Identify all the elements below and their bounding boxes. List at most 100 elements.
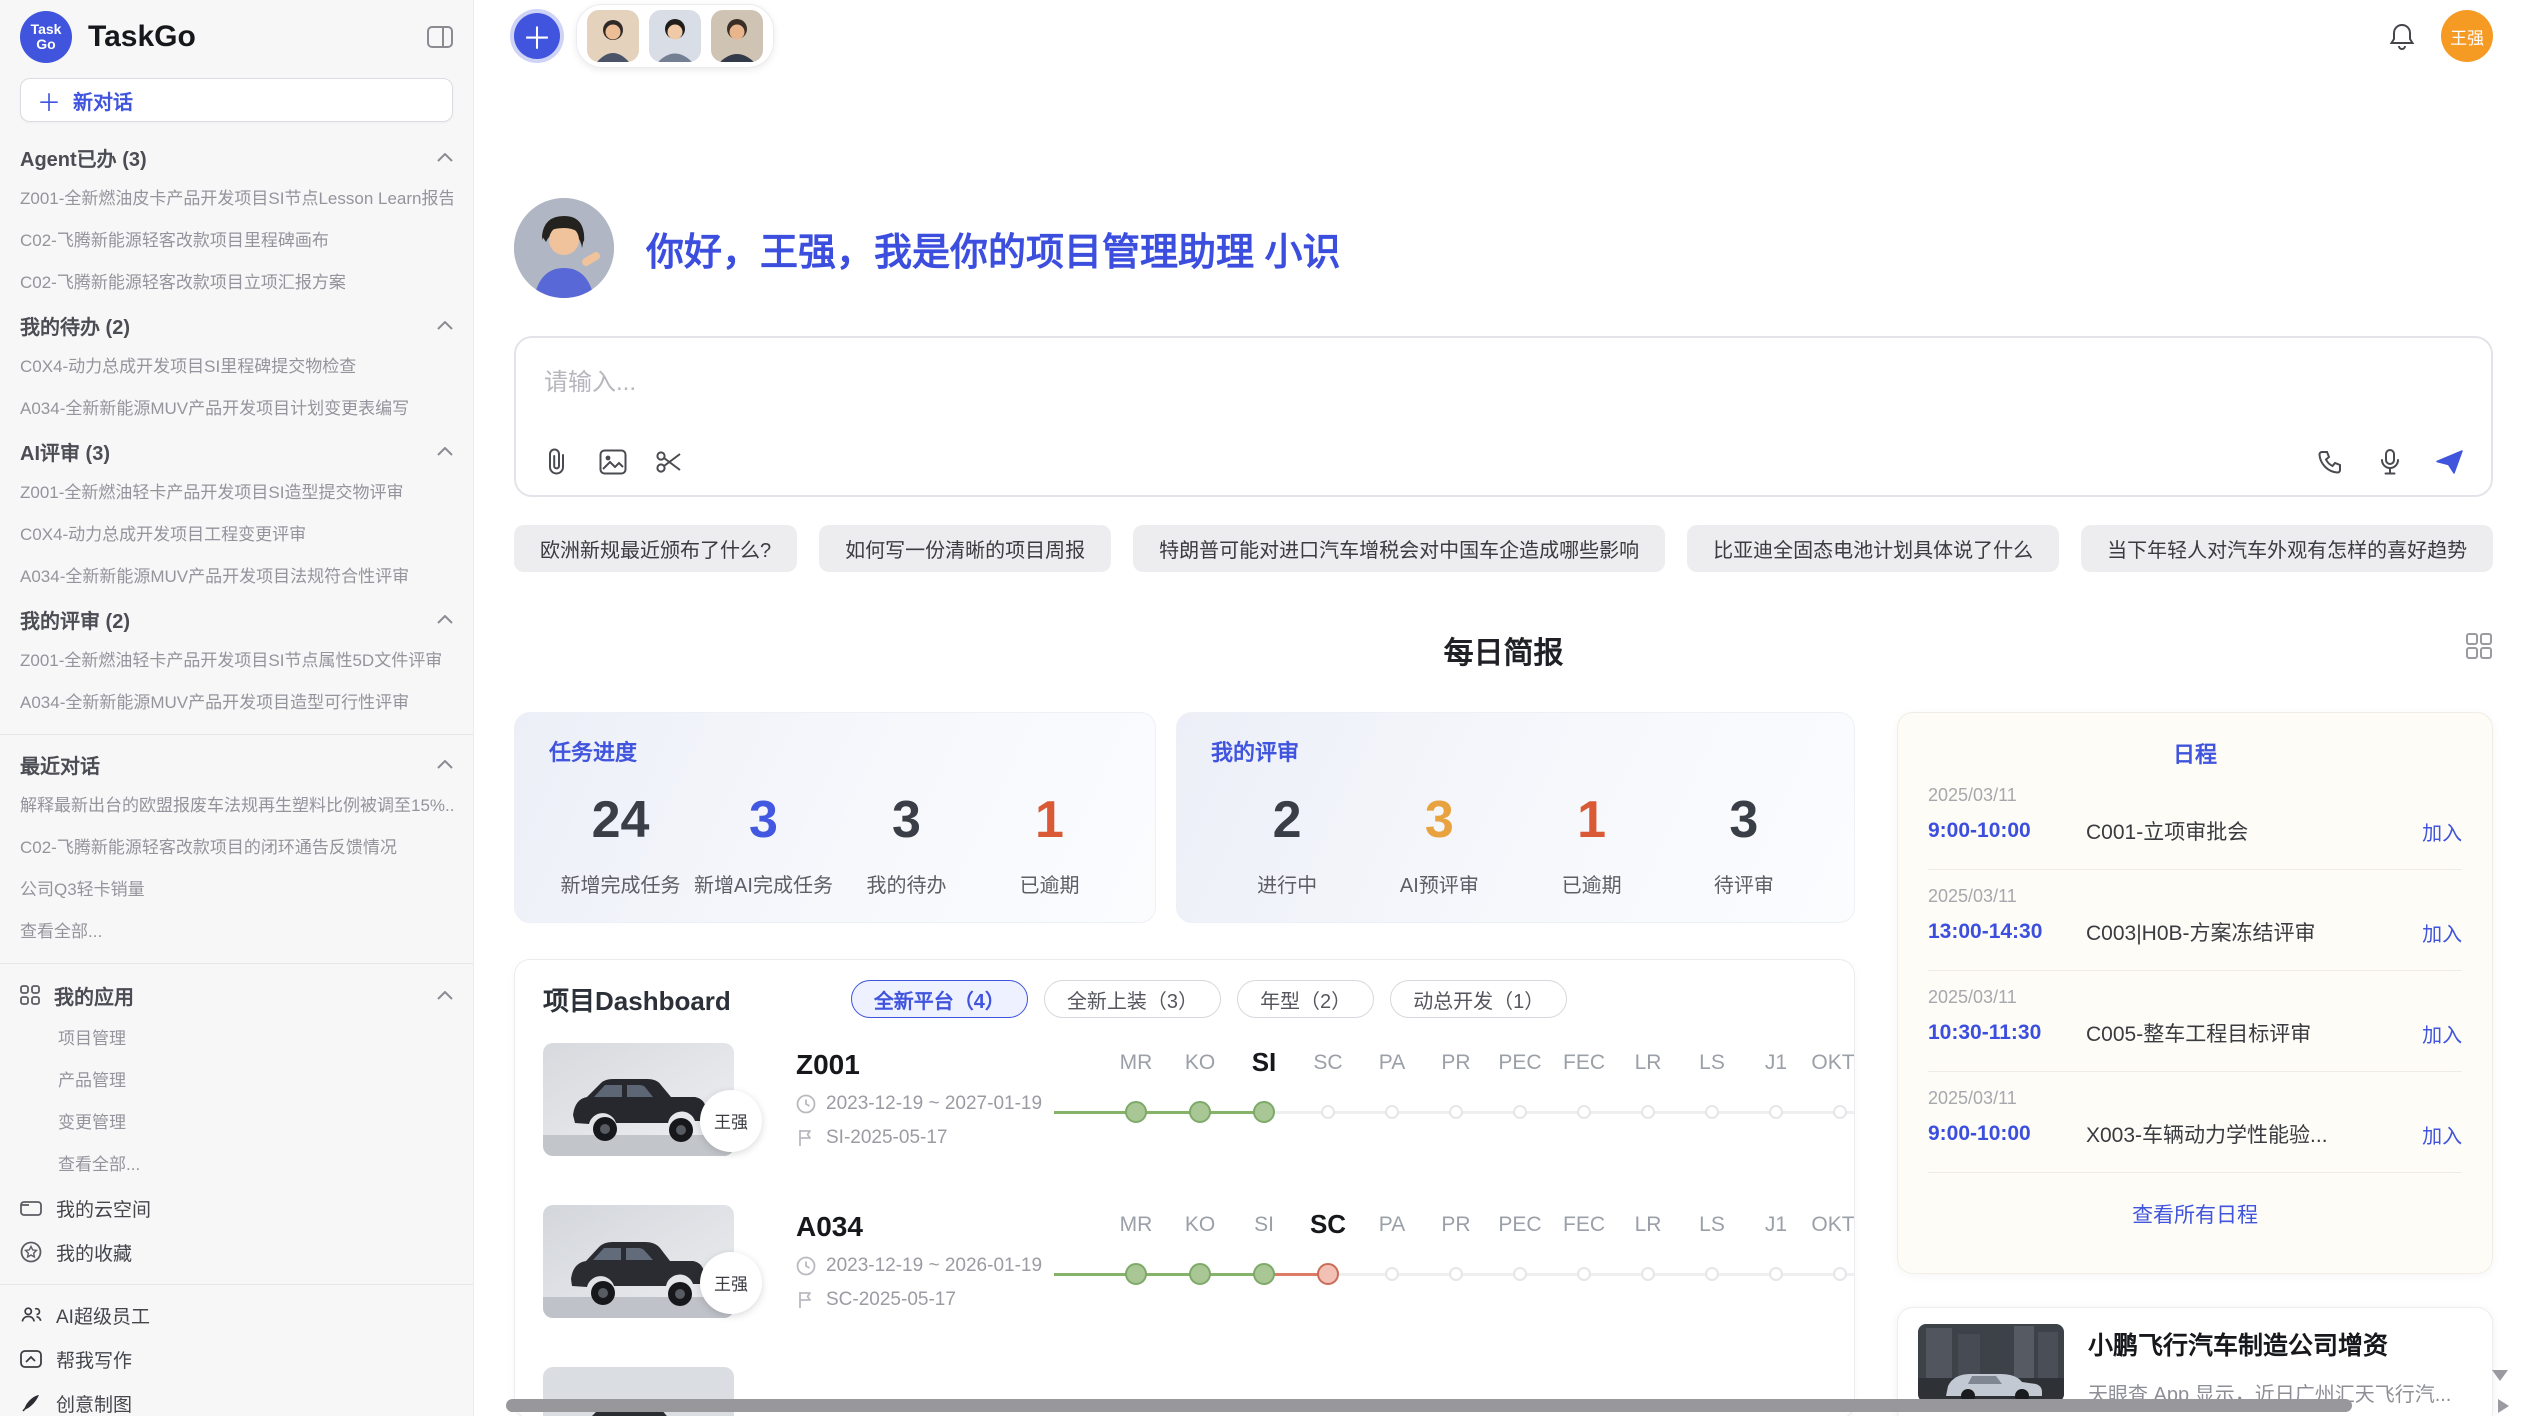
stat-value: 24 (549, 785, 692, 855)
tab-all-new-platform[interactable]: 全新平台（4） (851, 980, 1028, 1018)
horizontal-scrollbar-thumb[interactable] (506, 1399, 2352, 1412)
milestone-LR[interactable]: LR (1616, 1211, 1680, 1311)
flag-icon (796, 1128, 816, 1148)
milestone-PEC[interactable]: PEC (1488, 1049, 1552, 1149)
milestone-SI[interactable]: SI (1232, 1211, 1296, 1311)
schedule-title: 日程 (1928, 737, 2462, 769)
join-link[interactable]: 加入 (2422, 1120, 2462, 1149)
milestone-PEC[interactable]: PEC (1488, 1211, 1552, 1311)
milestone-PR[interactable]: PR (1424, 1211, 1488, 1311)
sidebar-item[interactable]: C0X4-动力总成开发项目工程变更评审 (20, 514, 453, 556)
sidebar-item[interactable]: A034-全新新能源MUV产品开发项目造型可行性评审 (20, 682, 453, 724)
my-cloud-space[interactable]: 我的云空间 (20, 1186, 453, 1230)
project-dashboard-title: 项目Dashboard (543, 981, 731, 1018)
group-header-ai-review[interactable]: AI评审 (3) (20, 430, 453, 472)
suggestion-chip[interactable]: 如何写一份清晰的项目周报 (819, 525, 1111, 572)
app-item-change-mgmt[interactable]: 变更管理 (20, 1102, 453, 1144)
add-conversation-button[interactable]: ＋ (514, 13, 560, 59)
milestone-SC[interactable]: SC (1296, 1211, 1360, 1311)
milestone-KO[interactable]: KO (1168, 1049, 1232, 1149)
schedule-date: 2025/03/11 (1928, 987, 2462, 1008)
agent-avatar[interactable] (587, 10, 639, 62)
sidebar-item[interactable]: A034-全新新能源MUV产品开发项目计划变更表编写 (20, 388, 453, 430)
ai-super-staff[interactable]: AI超级员工 (20, 1293, 453, 1337)
milestone-MR[interactable]: MR (1104, 1049, 1168, 1149)
recent-chat-item[interactable]: C02-飞腾新能源轻客改款项目的闭环通告反馈情况 (20, 827, 453, 869)
milestone-SC[interactable]: SC (1296, 1049, 1360, 1149)
join-link[interactable]: 加入 (2422, 918, 2462, 947)
sidebar-item[interactable]: C0X4-动力总成开发项目SI里程碑提交物检查 (20, 346, 453, 388)
project-code: A034 (796, 1211, 1048, 1243)
new-chat-button[interactable]: ＋ 新对话 (20, 78, 453, 122)
project-row[interactable]: 王强 A034 2023-12-19 ~ 2026-01-19 SC-2025-… (543, 1180, 1826, 1342)
collapse-sidebar-icon[interactable] (427, 26, 453, 48)
milestone-J1[interactable]: J1 (1744, 1049, 1808, 1149)
join-link[interactable]: 加入 (2422, 817, 2462, 846)
apps-view-all-link[interactable]: 查看全部... (20, 1144, 453, 1186)
milestone-FEC[interactable]: FEC (1552, 1211, 1616, 1311)
group-header-agent-done[interactable]: Agent已办 (3) (20, 136, 453, 178)
app-item-project-mgmt[interactable]: 项目管理 (20, 1018, 453, 1060)
milestone-OKTB[interactable]: OKTB (1808, 1211, 1855, 1311)
sidebar-item[interactable]: Z001-全新燃油轻卡产品开发项目SI节点属性5D文件评审 (20, 640, 453, 682)
schedule-time: 9:00-10:00 (1928, 1122, 2086, 1146)
milestone-J1[interactable]: J1 (1744, 1211, 1808, 1311)
help-me-write[interactable]: 帮我写作 (20, 1337, 453, 1381)
suggestion-chip[interactable]: 欧洲新规最近颁布了什么? (514, 525, 797, 572)
milestone-PA[interactable]: PA (1360, 1211, 1424, 1311)
milestone-dot (1189, 1101, 1211, 1123)
milestone-MR[interactable]: MR (1104, 1211, 1168, 1311)
milestone-FEC[interactable]: FEC (1552, 1049, 1616, 1149)
milestone-LS[interactable]: LS (1680, 1049, 1744, 1149)
next-node-text: SI-2025-05-17 (826, 1127, 947, 1149)
milestone-PR[interactable]: PR (1424, 1049, 1488, 1149)
project-row[interactable]: 王强 Z001 2023-12-19 ~ 2027-01-19 SI-2025-… (543, 1018, 1826, 1180)
sidebar-item[interactable]: C02-飞腾新能源轻客改款项目立项汇报方案 (20, 262, 453, 304)
suggestion-chip[interactable]: 当下年轻人对汽车外观有怎样的喜好趋势 (2081, 525, 2493, 572)
milestone-LS[interactable]: LS (1680, 1211, 1744, 1311)
recent-chat-item[interactable]: 公司Q3轻卡销量 (20, 869, 453, 911)
attachment-icon[interactable] (540, 445, 574, 479)
milestone-LR[interactable]: LR (1616, 1049, 1680, 1149)
sidebar-item[interactable]: Z001-全新燃油皮卡产品开发项目SI节点Lesson Learn报告 (20, 178, 453, 220)
recent-view-all-link[interactable]: 查看全部... (20, 911, 453, 953)
microphone-icon[interactable] (2373, 445, 2407, 479)
phone-call-icon[interactable] (2313, 445, 2347, 479)
sidebar-item[interactable]: C02-飞腾新能源轻客改款项目里程碑画布 (20, 220, 453, 262)
my-favorites[interactable]: 我的收藏 (20, 1230, 453, 1274)
my-apps-header[interactable]: 我的应用 (20, 972, 453, 1018)
tab-powertrain-dev[interactable]: 动总开发（1） (1390, 980, 1567, 1018)
recent-chat-item[interactable]: 解释最新出台的欧盟报废车法规再生塑料比例被调至15%... (20, 785, 453, 827)
layout-grid-icon[interactable] (2465, 632, 2493, 665)
agent-avatar[interactable] (711, 10, 763, 62)
group-header-recent-chats[interactable]: 最近对话 (20, 743, 453, 785)
tab-all-new-body[interactable]: 全新上装（3） (1044, 980, 1221, 1018)
scrollbar-right-arrow[interactable] (2498, 1399, 2509, 1413)
chat-input-card[interactable]: 请输入... (514, 336, 2493, 497)
suggestion-chip[interactable]: 比亚迪全固态电池计划具体说了什么 (1687, 525, 2059, 572)
suggestion-chip[interactable]: 特朗普可能对进口汽车增税会对中国车企造成哪些影响 (1133, 525, 1665, 572)
milestone-KO[interactable]: KO (1168, 1211, 1232, 1311)
group-header-my-review[interactable]: 我的评审 (2) (20, 598, 453, 640)
milestone-PA[interactable]: PA (1360, 1049, 1424, 1149)
group-label: 我的评审 (2) (20, 605, 130, 634)
notification-bell-icon[interactable] (2389, 22, 2415, 50)
send-icon[interactable] (2433, 445, 2467, 479)
tab-year-model[interactable]: 年型（2） (1237, 980, 1374, 1018)
sidebar-item[interactable]: A034-全新新能源MUV产品开发项目法规符合性评审 (20, 556, 453, 598)
scissors-icon[interactable] (652, 445, 686, 479)
app-item-product-mgmt[interactable]: 产品管理 (20, 1060, 453, 1102)
image-icon[interactable] (596, 445, 630, 479)
group-header-my-todo[interactable]: 我的待办 (2) (20, 304, 453, 346)
agent-avatar[interactable] (649, 10, 701, 62)
schedule-entry: 2025/03/11 9:00-10:00 X003-车辆动力学性能验... 加… (1928, 1072, 2462, 1173)
join-link[interactable]: 加入 (2422, 1019, 2462, 1048)
scrollbar-down-arrow[interactable] (2492, 1370, 2508, 1381)
milestone-dot (1769, 1267, 1783, 1281)
milestone-SI[interactable]: SI (1232, 1049, 1296, 1149)
creative-drawing[interactable]: 创意制图 (20, 1381, 453, 1416)
view-all-schedule-link[interactable]: 查看所有日程 (1928, 1199, 2462, 1229)
milestone-OKTB[interactable]: OKTB (1808, 1049, 1855, 1149)
user-avatar[interactable]: 王强 (2441, 10, 2493, 62)
sidebar-item[interactable]: Z001-全新燃油轻卡产品开发项目SI造型提交物评审 (20, 472, 453, 514)
